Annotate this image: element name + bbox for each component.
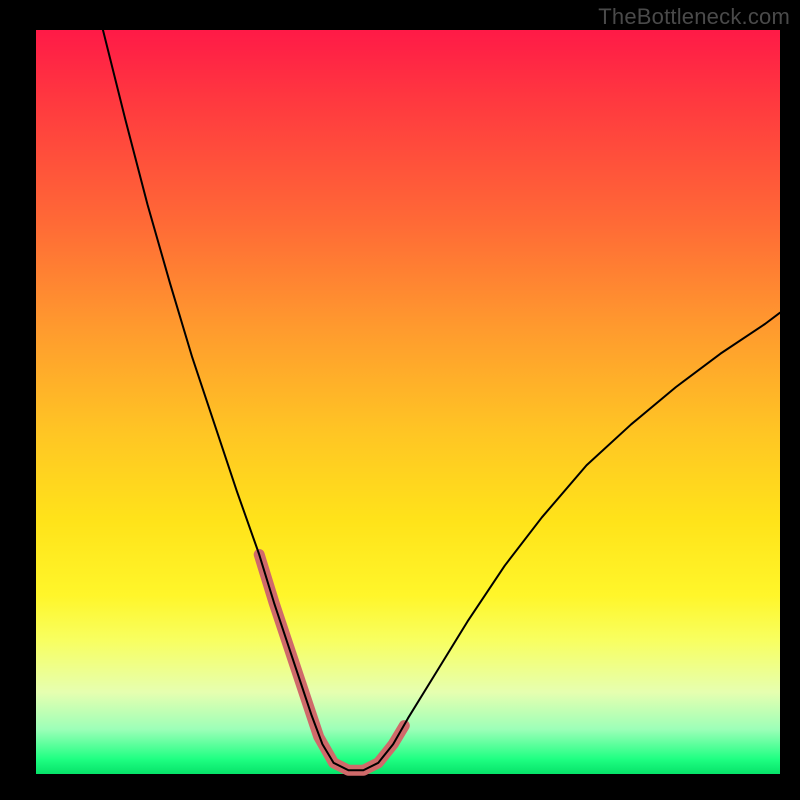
marker-band-path — [259, 555, 404, 771]
chart-svg — [36, 30, 780, 774]
chart-frame: TheBottleneck.com — [0, 0, 800, 800]
chart-plot-area — [36, 30, 780, 774]
curve-path — [103, 30, 780, 770]
watermark-label: TheBottleneck.com — [598, 4, 790, 30]
